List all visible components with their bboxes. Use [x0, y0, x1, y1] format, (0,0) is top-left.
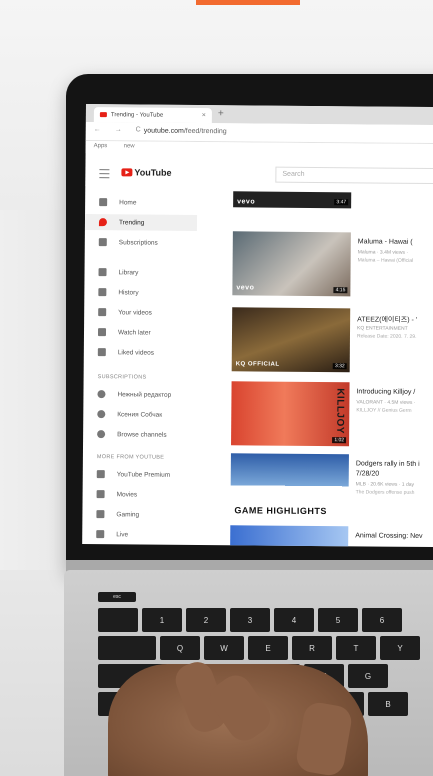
key[interactable]: 5: [318, 608, 358, 632]
key[interactable]: [98, 608, 138, 632]
live-icon: [96, 530, 105, 539]
video-row-0[interactable]: vevo 3:47: [233, 191, 433, 213]
youtube-premium-icon: [96, 470, 105, 479]
video-desc: Release Date: 2020. 7. 29.: [356, 333, 417, 340]
sidebar: Home Trending Subscriptions Library Hist…: [82, 190, 198, 547]
tab-title: Trending - YouTube: [110, 111, 164, 119]
sidebar-browse-channels[interactable]: Browse channels: [83, 426, 195, 443]
key[interactable]: E: [248, 636, 288, 660]
subscriptions-heading: SUBSCRIPTIONS: [97, 374, 147, 381]
sidebar-item-subscriptions[interactable]: Subscriptions: [85, 234, 197, 251]
video-meta: MLB · 20.6K views · 1 day: [355, 481, 415, 488]
key[interactable]: G: [348, 664, 388, 688]
key[interactable]: Q: [160, 636, 200, 660]
home-icon: [99, 198, 108, 207]
video-meta: Maluma · 3.4M views ·: [357, 249, 409, 256]
top-banner: [196, 0, 300, 5]
video-row-5[interactable]: Animal Crossing: Nev: [230, 525, 433, 548]
video-meta: VALORANT · 4.5M views ·: [356, 399, 416, 406]
youtube-logo[interactable]: YouTube: [121, 167, 172, 178]
sidebar-movies[interactable]: Movies: [83, 486, 195, 503]
sidebar-live[interactable]: Live: [82, 526, 194, 543]
youtube-favicon-icon: [99, 112, 107, 118]
video-title[interactable]: ATEEZ(에이티즈) - ': [357, 314, 417, 325]
sidebar-item-home[interactable]: Home: [85, 194, 197, 211]
photo-scene: Trending - YouTube × + ← → C youtube.com…: [0, 0, 433, 776]
key[interactable]: 3: [230, 608, 270, 632]
library-icon: [98, 268, 107, 277]
sidebar-item-history[interactable]: History: [84, 284, 196, 301]
video-row-1[interactable]: vevo 4:15 Maluma - Hawai ( Maluma · 3.4M…: [232, 231, 433, 303]
gamepad-icon: [96, 510, 105, 519]
sidebar-item-library[interactable]: Library: [84, 264, 196, 281]
sidebar-item-watch-later[interactable]: Watch later: [84, 324, 196, 341]
key[interactable]: T: [336, 636, 376, 660]
key[interactable]: 6: [362, 608, 402, 632]
sidebar-item-trending[interactable]: Trending: [84, 213, 198, 231]
laptop-screen: Trending - YouTube × + ← → C youtube.com…: [82, 104, 433, 548]
key[interactable]: B: [368, 692, 408, 716]
key[interactable]: Y: [380, 636, 420, 660]
sidebar-item-your-videos[interactable]: Your videos: [84, 304, 196, 321]
video-thumbnail[interactable]: vevo 3:47: [233, 191, 352, 209]
video-thumbnail[interactable]: [230, 525, 349, 548]
video-desc: KILLJOY // Genius Germ: [356, 407, 412, 414]
video-thumbnail[interactable]: GAME HIGHLIGHTS: [230, 453, 349, 519]
nav-buttons[interactable]: ← → C: [94, 126, 147, 133]
video-title[interactable]: Introducing Killjoy /: [356, 388, 415, 396]
clock-icon: [97, 328, 107, 337]
bookmark-new[interactable]: new: [124, 143, 135, 149]
film-icon: [96, 490, 105, 499]
sidebar-premium[interactable]: YouTube Premium: [83, 466, 195, 483]
video-row-2[interactable]: KQ OFFICIAL 3:32 ATEEZ(에이티즈) - ' KQ ENTE…: [231, 307, 433, 379]
key[interactable]: 2: [186, 608, 226, 632]
video-list: vevo 3:47 vevo 4:15 Maluma - Hawai ( Mal…: [230, 191, 433, 548]
bookmarks-bar: Apps new: [85, 140, 433, 157]
video-row-4[interactable]: GAME HIGHLIGHTS Dodgers rally in 5th i 7…: [230, 453, 433, 525]
key[interactable]: W: [204, 636, 244, 660]
close-tab-icon[interactable]: ×: [202, 112, 206, 119]
trending-icon: [98, 218, 108, 227]
key[interactable]: 4: [274, 608, 314, 632]
video-title[interactable]: Dodgers rally in 5th i: [356, 460, 420, 468]
video-thumbnail[interactable]: vevo 4:15: [232, 231, 351, 297]
sidebar-item-liked-videos[interactable]: Liked videos: [84, 344, 196, 361]
video-icon: [98, 308, 107, 317]
video-thumbnail[interactable]: KQ OFFICIAL 3:32: [231, 307, 351, 373]
subscriptions-icon: [98, 238, 107, 247]
key-esc[interactable]: esc: [98, 592, 136, 602]
add-circle-icon: [97, 430, 106, 439]
avatar: [97, 390, 106, 399]
sidebar-sub-1[interactable]: Ксения Собчак: [83, 406, 195, 423]
search-input[interactable]: Search: [275, 166, 433, 185]
video-meta: KQ ENTERTAINMENT: [357, 325, 408, 332]
video-desc: The Dodgers offense push: [355, 489, 415, 496]
sidebar-gaming[interactable]: Gaming: [82, 506, 194, 523]
video-thumbnail[interactable]: KILLJOY 1:02: [231, 381, 350, 447]
avatar: [97, 410, 106, 419]
key[interactable]: 1: [142, 608, 182, 632]
video-title[interactable]: Animal Crossing: Nev: [355, 532, 422, 540]
video-desc: Maluma – Hawai (Official: [357, 257, 414, 264]
key[interactable]: R: [292, 636, 332, 660]
youtube-play-icon: [121, 168, 133, 177]
url-text[interactable]: youtube.com/feed/trending: [144, 128, 227, 136]
bookmark-apps[interactable]: Apps: [94, 143, 108, 149]
sidebar-sub-0[interactable]: Нежный редактор: [83, 386, 195, 403]
youtube-header: YouTube Search: [85, 159, 433, 190]
history-icon: [98, 288, 107, 297]
menu-icon[interactable]: [99, 169, 110, 179]
key-tab[interactable]: [98, 636, 156, 660]
new-tab-icon[interactable]: +: [218, 108, 224, 119]
video-title[interactable]: Maluma - Hawai (: [358, 238, 413, 245]
thumbs-up-icon: [97, 348, 106, 357]
more-heading: MORE FROM YOUTUBE: [96, 454, 165, 461]
browser-tab[interactable]: Trending - YouTube ×: [93, 107, 212, 124]
video-date: 7/28/20: [355, 470, 380, 478]
video-row-3[interactable]: KILLJOY 1:02 Introducing Killjoy / VALOR…: [231, 381, 433, 453]
